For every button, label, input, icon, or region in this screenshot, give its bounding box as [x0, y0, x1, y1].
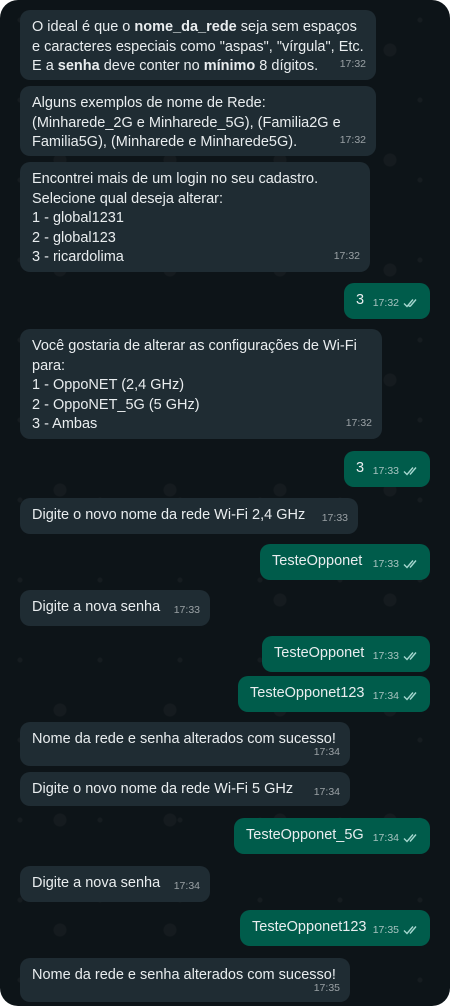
message-incoming[interactable]: Encontrei mais de um login no seu cadast…	[20, 162, 370, 272]
message-text: Nome da rede e senha alterados com suces…	[32, 967, 336, 983]
chat-screen: O ideal é que o nome_da_rede seja sem es…	[0, 0, 450, 1006]
message-text: Digite a nova senha	[32, 599, 161, 615]
message-text: Alguns exemplos de nome de Rede: (Minhar…	[32, 95, 341, 150]
message-text: Digite o novo nome da rede Wi-Fi 5 GHz	[32, 781, 294, 797]
message-incoming[interactable]: Digite a nova senha 17:34	[20, 866, 210, 902]
message-text: 3	[356, 460, 365, 476]
message-text: O ideal é que o nome_da_rede seja sem es…	[32, 18, 364, 77]
message-text: TesteOpponet_5G	[246, 827, 364, 843]
message-incoming[interactable]: O ideal é que o nome_da_rede seja sem es…	[20, 10, 376, 80]
message-time: 17:34	[313, 785, 340, 798]
message-outgoing[interactable]: TesteOpponet 17:33	[260, 544, 430, 580]
message-incoming[interactable]: Nome da rede e senha alterados com suces…	[20, 722, 350, 766]
bold-text-segment: senha	[57, 58, 100, 74]
bold-text-segment: nome_da_rede	[134, 19, 237, 35]
message-time: 17:32	[339, 57, 366, 70]
text-segment: O ideal é que o	[32, 19, 135, 35]
message-time: 17:33	[372, 464, 399, 477]
message-text: TesteOpponet	[274, 645, 365, 661]
message-time: 17:32	[333, 249, 360, 262]
message-outgoing[interactable]: TesteOpponet123 17:34	[238, 676, 430, 712]
message-text: Você gostaria de alterar as configuraçõe…	[32, 338, 357, 432]
message-incoming[interactable]: Alguns exemplos de nome de Rede: (Minhar…	[20, 86, 376, 156]
message-time: 17:33	[372, 649, 399, 662]
message-time: 17:34	[372, 831, 399, 844]
double-check-icon	[403, 298, 420, 308]
message-outgoing[interactable]: TesteOpponet_5G 17:34	[234, 818, 430, 854]
message-incoming[interactable]: Você gostaria de alterar as configuraçõe…	[20, 329, 382, 439]
message-incoming[interactable]: Nome da rede e senha alterados com suces…	[20, 958, 350, 1002]
message-time: 17:34	[313, 745, 340, 758]
double-check-icon	[403, 651, 420, 661]
double-check-icon	[403, 691, 420, 701]
message-text: Encontrei mais de um login no seu cadast…	[32, 171, 319, 265]
message-incoming[interactable]: Digite a nova senha 17:33	[20, 590, 210, 626]
message-time: 17:32	[339, 133, 366, 146]
message-text: Digite a nova senha	[32, 875, 161, 891]
message-time: 17:34	[372, 689, 399, 702]
message-text: TesteOpponet123	[252, 919, 367, 935]
message-text: TesteOpponet123	[250, 685, 365, 701]
double-check-icon	[403, 466, 420, 476]
double-check-icon	[403, 833, 420, 843]
double-check-icon	[403, 925, 420, 935]
message-incoming[interactable]: Digite o novo nome da rede Wi-Fi 5 GHz 1…	[20, 772, 350, 806]
message-outgoing[interactable]: 3 17:32	[344, 283, 430, 319]
message-outgoing[interactable]: TesteOpponet 17:33	[262, 636, 430, 672]
message-incoming[interactable]: Digite o novo nome da rede Wi-Fi 2,4 GHz…	[20, 498, 358, 534]
message-time: 17:35	[372, 923, 399, 936]
double-check-icon	[403, 559, 420, 569]
message-time: 17:32	[372, 296, 399, 309]
message-text: Nome da rede e senha alterados com suces…	[32, 731, 336, 747]
message-time: 17:35	[313, 981, 340, 994]
message-time: 17:34	[173, 879, 200, 892]
message-outgoing[interactable]: 3 17:33	[344, 451, 430, 487]
message-time: 17:33	[372, 557, 399, 570]
message-text: 3	[356, 292, 365, 308]
message-time: 17:32	[345, 416, 372, 429]
message-text: Digite o novo nome da rede Wi-Fi 2,4 GHz	[32, 507, 306, 523]
message-outgoing[interactable]: TesteOpponet123 17:35	[240, 910, 430, 946]
text-segment: 8 dígitos.	[255, 58, 319, 74]
message-time: 17:33	[321, 511, 348, 524]
message-time: 17:33	[173, 603, 200, 616]
text-segment: deve conter no	[99, 58, 204, 74]
message-text: TesteOpponet	[272, 553, 363, 569]
bold-text-segment: mínimo	[203, 58, 256, 74]
